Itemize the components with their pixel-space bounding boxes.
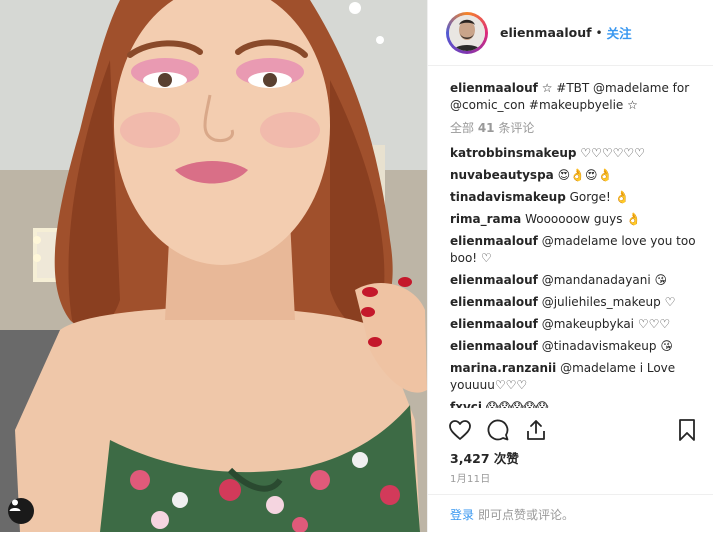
comment-item: elienmaalouf @makeupbykai ♡♡♡ (450, 316, 703, 333)
comment-text: @mandanadayani 😘 (541, 273, 667, 287)
user-tag-icon[interactable] (8, 498, 34, 524)
comments-list[interactable]: elienmaalouf ☆ #TBT @madelame for @comic… (450, 80, 703, 408)
login-link[interactable]: 登录 (450, 506, 474, 523)
comment-username[interactable]: elienmaalouf (450, 339, 538, 353)
login-prompt-text: 即可点赞或评论。 (478, 507, 575, 522)
comment-item: tinadavismakeup Gorge! 👌 (450, 189, 703, 206)
comment-item: nuvabeautyspa 😍👌😍👌 (450, 167, 703, 184)
likes-number: 3,427 (450, 451, 490, 466)
likes-count[interactable]: 3,427 次赞 (450, 448, 519, 467)
view-all-suffix: 条评论 (494, 121, 535, 135)
header-username[interactable]: elienmaalouf (500, 25, 592, 40)
comment-text: Woooooow guys 👌 (525, 212, 642, 226)
comment-text: ♡♡♡♡♡♡ (580, 146, 645, 160)
comment-item: elienmaalouf @mandanadayani 😘 (450, 272, 703, 289)
comment-text: @juliehiles_makeup ♡ (541, 295, 676, 309)
separator-dot: • (595, 25, 603, 40)
comment-text: 😱😱😱😱😱 (485, 400, 549, 408)
comment-username[interactable]: elienmaalouf (450, 273, 538, 287)
comment-item: katrobbinsmakeup ♡♡♡♡♡♡ (450, 145, 703, 162)
comment-item: elienmaalouf @tinadavismakeup 😘 (450, 338, 703, 355)
follow-button[interactable]: 关注 (607, 23, 632, 42)
caption: elienmaalouf ☆ #TBT @madelame for @comic… (450, 80, 703, 114)
comment-username[interactable]: elienmaalouf (450, 295, 538, 309)
comment-item: rima_rama Woooooow guys 👌 (450, 211, 703, 228)
login-prompt: 登录 即可点赞或评论。 (428, 494, 713, 533)
bookmark-icon[interactable] (675, 418, 699, 442)
action-bar (448, 416, 699, 444)
comment-item: fxvci 😱😱😱😱😱 (450, 399, 703, 408)
profile-picture (449, 14, 485, 51)
comment-text: @tinadavismakeup 😘 (541, 339, 673, 353)
view-all-prefix: 全部 (450, 121, 478, 135)
likes-suffix: 次赞 (489, 451, 519, 466)
comment-username[interactable]: rima_rama (450, 212, 521, 226)
comment-item: marina.ranzanii @madelame i Love youuuu♡… (450, 360, 703, 394)
comment-text: 😍👌😍👌 (557, 168, 613, 182)
comment-username[interactable]: elienmaalouf (450, 234, 538, 248)
share-icon[interactable] (524, 418, 548, 442)
comment-icon[interactable] (486, 418, 510, 442)
comment-text: Gorge! 👌 (569, 190, 630, 204)
comment-username[interactable]: nuvabeautyspa (450, 168, 554, 182)
comment-text: @makeupbykai ♡♡♡ (541, 317, 671, 331)
photo-illustration (0, 0, 427, 532)
comment-item: elienmaalouf @juliehiles_makeup ♡ (450, 294, 703, 311)
heart-icon[interactable] (448, 418, 472, 442)
avatar[interactable] (446, 11, 488, 54)
view-all-comments[interactable]: 全部 41 条评论 (450, 119, 703, 136)
view-all-count: 41 (477, 121, 495, 135)
comment-username[interactable]: elienmaalouf (450, 317, 538, 331)
comment-username[interactable]: katrobbinsmakeup (450, 146, 577, 160)
comment-username[interactable]: marina.ranzanii (450, 361, 556, 375)
caption-username[interactable]: elienmaalouf (450, 81, 538, 95)
comment-username[interactable]: fxvci (450, 400, 482, 408)
post-photo[interactable] (0, 0, 427, 532)
comment-item: elienmaalouf @madelame love you too boo!… (450, 233, 703, 267)
post-date[interactable]: 1月11日 (450, 470, 491, 485)
post-details-panel: elienmaalouf • 关注 elienmaalouf ☆ #TBT @m… (427, 0, 713, 532)
comment-username[interactable]: tinadavismakeup (450, 190, 566, 204)
post-header: elienmaalouf • 关注 (428, 0, 713, 66)
